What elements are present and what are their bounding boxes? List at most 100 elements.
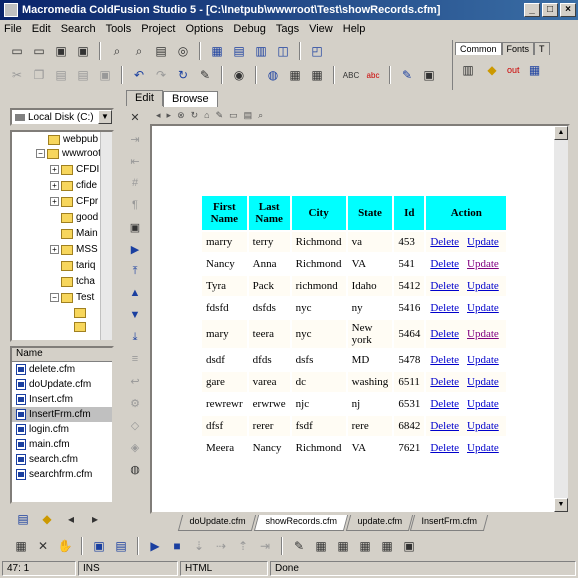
paragraph-icon[interactable]: ¶ — [126, 196, 144, 214]
recordsets-icon[interactable]: ▦ — [334, 537, 352, 555]
menu-tools[interactable]: Tools — [106, 23, 132, 35]
comment-icon[interactable]: # — [126, 174, 144, 192]
tab-browse[interactable]: Browse — [162, 91, 218, 107]
file-name[interactable]: main.cfm — [29, 439, 70, 450]
editor-icon[interactable]: ▤ — [230, 42, 248, 60]
cube-icon[interactable]: ◆ — [483, 61, 501, 79]
scroll-right-icon[interactable]: ▸ — [86, 510, 104, 528]
paste-special-icon[interactable]: ▤ — [74, 66, 92, 84]
zoom-icon[interactable]: ⌕ — [258, 110, 263, 121]
file-name[interactable]: Insert.cfm — [29, 394, 73, 405]
browse-icon[interactable]: ◫ — [274, 42, 292, 60]
tree-node[interactable]: good — [76, 212, 98, 223]
debug-watch-icon[interactable]: ▤ — [112, 537, 130, 555]
list-icon[interactable]: ≡ — [126, 350, 144, 368]
monitor-icon[interactable]: ▣ — [126, 218, 144, 236]
mark-spelling-icon[interactable]: abc — [364, 66, 382, 84]
files-tab-icon[interactable]: ▤ — [14, 510, 32, 528]
go-bottom-icon[interactable]: ⤓ — [126, 328, 144, 346]
reload-icon[interactable]: ↻ — [191, 110, 199, 121]
spellcheck-icon[interactable]: ABC — [342, 66, 360, 84]
output-icon[interactable]: ▦ — [356, 537, 374, 555]
delete-link[interactable]: Delete — [430, 398, 459, 410]
delete-link[interactable]: Delete — [430, 258, 459, 270]
collapse-icon[interactable]: − — [50, 293, 59, 302]
breakpoints-icon[interactable]: ▦ — [378, 537, 396, 555]
tag-icon[interactable]: ◇ — [126, 416, 144, 434]
menu-tags[interactable]: Tags — [276, 23, 299, 35]
delete-link[interactable]: Delete — [430, 236, 459, 248]
watches-icon[interactable]: ▦ — [312, 537, 330, 555]
globe-icon[interactable]: ◍ — [264, 66, 282, 84]
delete-link[interactable]: Delete — [430, 328, 459, 340]
close-doc-icon[interactable]: ✕ — [126, 108, 144, 126]
menu-search[interactable]: Search — [61, 23, 96, 35]
results-icon[interactable]: ▥ — [252, 42, 270, 60]
expand-icon[interactable]: + — [50, 181, 59, 190]
tree-node[interactable]: wwwroot — [62, 148, 101, 159]
doc-tab[interactable]: InsertFrm.cfm — [409, 515, 488, 531]
tree-scrollbar[interactable] — [100, 132, 112, 340]
delete-link[interactable]: Delete — [430, 302, 459, 314]
play-icon[interactable]: ▶ — [126, 240, 144, 258]
file-name[interactable]: doUpdate.cfm — [29, 379, 91, 390]
file-name[interactable]: delete.cfm — [29, 364, 75, 375]
browser-scrollbar[interactable]: ▲ ▼ — [554, 126, 568, 512]
edit-tag-icon[interactable]: ✎ — [398, 66, 416, 84]
indent-icon[interactable]: ⇥ — [126, 130, 144, 148]
doc-tab-active[interactable]: showRecords.cfm — [253, 515, 348, 531]
tree-node[interactable]: Test — [76, 292, 94, 303]
chevron-down-icon[interactable]: ▼ — [98, 110, 112, 124]
step-out-icon[interactable]: ⇡ — [234, 537, 252, 555]
clear-icon[interactable]: ▣ — [96, 66, 114, 84]
expand-icon[interactable]: + — [50, 197, 59, 206]
debug-settings-icon[interactable]: ▦ — [12, 537, 30, 555]
scroll-left-icon[interactable]: ◂ — [62, 510, 80, 528]
file-list[interactable]: Name delete.cfm doUpdate.cfm Insert.cfm … — [10, 346, 114, 504]
update-link[interactable]: Update — [467, 258, 499, 270]
globe-bottom-icon[interactable]: ◍ — [126, 460, 144, 478]
database-tab-icon[interactable]: ◆ — [38, 510, 56, 528]
tree-node[interactable]: cfide — [76, 180, 97, 191]
tree-node[interactable]: MSS — [76, 244, 98, 255]
tree-node[interactable]: Main — [76, 228, 98, 239]
expand-icon[interactable]: + — [50, 245, 59, 254]
out-label[interactable]: out — [507, 65, 520, 75]
undo-icon[interactable]: ↶ — [130, 66, 148, 84]
debug-hand-icon[interactable]: ✋ — [56, 537, 74, 555]
menu-debug[interactable]: Debug — [233, 23, 265, 35]
file-name[interactable]: searchfrm.cfm — [29, 469, 92, 480]
update-link[interactable]: Update — [467, 280, 499, 292]
tree-node[interactable]: webpub — [63, 134, 98, 145]
menu-options[interactable]: Options — [186, 23, 224, 35]
menu-project[interactable]: Project — [141, 23, 175, 35]
go-top-icon[interactable]: ⤒ — [126, 262, 144, 280]
update-link[interactable]: Update — [467, 376, 499, 388]
doc-tab[interactable]: update.cfm — [345, 515, 413, 531]
debug-run-icon[interactable]: ▶ — [146, 537, 164, 555]
close-button[interactable]: × — [560, 3, 576, 17]
debug-stop-icon[interactable]: ✕ — [34, 537, 52, 555]
paste-icon[interactable]: ▤ — [52, 66, 70, 84]
collapse-icon[interactable]: − — [36, 149, 45, 158]
back-icon[interactable]: ◂ — [156, 110, 161, 121]
save-all-icon[interactable]: ▣ — [74, 42, 92, 60]
home-icon[interactable]: ⌂ — [204, 110, 209, 120]
debug-window-icon[interactable]: ▣ — [90, 537, 108, 555]
step-into-icon[interactable]: ⇣ — [190, 537, 208, 555]
fullscreen-icon[interactable]: ◰ — [308, 42, 326, 60]
open-folder-icon[interactable]: ▭ — [229, 110, 238, 121]
update-link[interactable]: Update — [467, 328, 499, 340]
scroll-up-icon[interactable]: ▲ — [554, 126, 568, 140]
tag-chooser-icon[interactable]: ✎ — [196, 66, 214, 84]
resource-tab-icon[interactable]: ▦ — [208, 42, 226, 60]
up-arrow-icon[interactable]: ▲ — [126, 284, 144, 302]
validate-icon[interactable]: ▦ — [286, 66, 304, 84]
update-link[interactable]: Update — [467, 236, 499, 248]
properties-icon[interactable]: ▤ — [244, 110, 253, 121]
update-link[interactable]: Update — [467, 420, 499, 432]
redo-icon[interactable]: ↷ — [152, 66, 170, 84]
table-icon[interactable]: ▥ — [459, 61, 477, 79]
tab-common[interactable]: Common — [455, 42, 502, 55]
update-link[interactable]: Update — [467, 398, 499, 410]
